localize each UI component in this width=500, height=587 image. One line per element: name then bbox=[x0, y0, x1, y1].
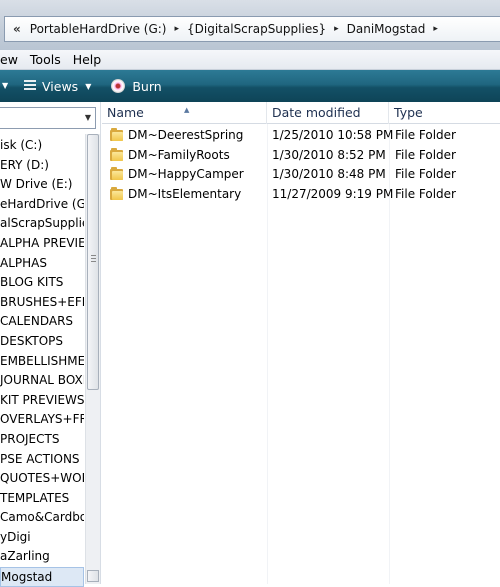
nav-tree-item[interactable]: KIT PREVIEWS bbox=[0, 391, 84, 411]
nav-tree-item[interactable]: aZarling bbox=[0, 547, 84, 567]
file-row[interactable]: DM~ItsElementary 11/27/2009 9:19 PM File F… bbox=[102, 185, 500, 205]
chevron-down-icon[interactable]: ▼ bbox=[2, 81, 8, 90]
breadcrumb-overflow-icon[interactable]: « bbox=[5, 22, 26, 36]
file-name: DM~HappyCamper bbox=[128, 167, 244, 182]
nav-tree-item[interactable]: eHardDrive (G:) bbox=[0, 195, 84, 215]
breadcrumb-item-danimogstad[interactable]: DaniMogstad bbox=[343, 22, 430, 36]
column-header: ▲ Name Date modified Type bbox=[102, 102, 500, 124]
file-name: DM~FamilyRoots bbox=[128, 147, 230, 162]
folder-icon bbox=[110, 186, 123, 200]
breadcrumb-item-digitalscrapsupplies[interactable]: {DigitalScrapSupplies} bbox=[183, 22, 330, 36]
nav-tree-item[interactable]: isk (C:) bbox=[0, 136, 84, 156]
burn-label: Burn bbox=[132, 78, 162, 94]
chevron-right-icon[interactable]: ▸ bbox=[330, 24, 343, 34]
folder-icon bbox=[110, 147, 123, 161]
column-type[interactable]: Type bbox=[389, 102, 500, 124]
folders-dropdown[interactable]: ▼ bbox=[0, 107, 96, 129]
scroll-down-button[interactable] bbox=[87, 570, 99, 582]
nav-tree-item[interactable]: BLOG KITS bbox=[0, 273, 84, 293]
nav-tree-item[interactable]: CALENDARS bbox=[0, 312, 84, 332]
grip-icon bbox=[91, 255, 96, 262]
menu-tools[interactable]: Tools bbox=[24, 52, 67, 67]
file-type: File Folder bbox=[395, 167, 456, 182]
nav-tree-item[interactable]: OVERLAYS+FRA bbox=[0, 410, 84, 430]
file-type: File Folder bbox=[395, 186, 456, 201]
file-row[interactable]: DM~DeerestSpring 1/25/2010 10:58 PM File F… bbox=[102, 126, 500, 146]
views-label: Views bbox=[42, 78, 79, 94]
nav-tree-item[interactable]: QUOTES+WOR bbox=[0, 469, 84, 489]
file-type: File Folder bbox=[395, 128, 456, 142]
chevron-down-icon[interactable]: ▼ bbox=[85, 113, 91, 122]
views-icon bbox=[24, 80, 36, 92]
file-name: DM~DeerestSpring bbox=[128, 128, 244, 142]
scrollbar-thumb[interactable] bbox=[87, 134, 99, 390]
nav-tree-item[interactable]: W Drive (E:) bbox=[0, 175, 84, 195]
file-date-modified: 1/30/2010 8:52 PM bbox=[272, 147, 386, 162]
column-name-label: Name bbox=[107, 105, 144, 120]
column-name[interactable]: ▲ Name bbox=[102, 102, 267, 124]
column-date-modified[interactable]: Date modified bbox=[267, 102, 389, 124]
nav-tree-item[interactable]: ALPHAS bbox=[0, 254, 84, 274]
chevron-right-icon[interactable]: ▸ bbox=[429, 24, 442, 34]
file-row[interactable]: DM~HappyCamper 1/30/2010 8:48 PM File Fold… bbox=[102, 165, 500, 185]
nav-tree-item[interactable]: EMBELLISHMEN bbox=[0, 352, 84, 372]
nav-tree-item[interactable]: PSE ACTIONS bbox=[0, 450, 84, 470]
nav-tree-item[interactable]: yDigi bbox=[0, 528, 84, 548]
file-list: ▲ Name Date modified Type DM~DeerestSpri… bbox=[102, 102, 500, 584]
file-type: File Folder bbox=[395, 147, 456, 162]
file-date-modified: 11/27/2009 9:19 PM bbox=[272, 186, 394, 201]
burn-button[interactable]: Burn bbox=[99, 70, 169, 102]
sort-ascending-icon: ▲ bbox=[184, 106, 190, 114]
column-type-label: Type bbox=[394, 105, 423, 120]
breadcrumb-item-drive[interactable]: PortableHardDrive (G:) bbox=[26, 22, 171, 36]
nav-tree-item[interactable]: ALPHA PREVIEW bbox=[0, 234, 84, 254]
menu-bar: ew Tools Help bbox=[0, 50, 500, 70]
navigation-pane: ▼ isk (C:) ERY (D:) W Drive (E:) eHardDrive… bbox=[0, 102, 101, 587]
file-date-modified: 1/25/2010 10:58 PM bbox=[272, 128, 394, 142]
file-name: DM~ItsElementary bbox=[128, 186, 242, 201]
menu-view[interactable]: ew bbox=[0, 52, 24, 67]
breadcrumb[interactable]: « PortableHardDrive (G:) ▸ {DigitalScrap… bbox=[4, 16, 500, 42]
nav-tree-item[interactable]: ERY (D:) bbox=[0, 156, 84, 176]
nav-tree-item[interactable]: PROJECTS bbox=[0, 430, 84, 450]
folder-tree: isk (C:) ERY (D:) W Drive (E:) eHardDrive (… bbox=[0, 136, 84, 587]
nav-scrollbar[interactable] bbox=[85, 134, 100, 584]
file-row[interactable]: DM~FamilyRoots 1/30/2010 8:52 PM File Fold… bbox=[102, 146, 500, 166]
folder-icon bbox=[110, 128, 123, 141]
menu-help[interactable]: Help bbox=[67, 52, 108, 67]
disc-icon bbox=[111, 79, 126, 93]
folder-icon bbox=[110, 167, 123, 181]
nav-tree-item[interactable]: BRUSHES+EFFE bbox=[0, 293, 84, 313]
chevron-down-icon: ▼ bbox=[85, 81, 92, 91]
nav-tree-item[interactable]: Camo&Cardbo bbox=[0, 508, 84, 528]
nav-tree-item[interactable]: DESKTOPS bbox=[0, 332, 84, 352]
chevron-right-icon[interactable]: ▸ bbox=[170, 24, 183, 34]
command-bar: ▼ Views ▼ Burn bbox=[0, 70, 500, 102]
nav-tree-item[interactable]: alScrapSupplies bbox=[0, 214, 84, 234]
nav-tree-item[interactable]: TEMPLATES bbox=[0, 489, 84, 509]
views-button[interactable]: Views ▼ bbox=[0, 70, 99, 102]
column-date-label: Date modified bbox=[272, 105, 361, 120]
file-date-modified: 1/30/2010 8:48 PM bbox=[272, 167, 386, 182]
address-bar-area: « PortableHardDrive (G:) ▸ {DigitalScrap… bbox=[0, 0, 500, 50]
nav-tree-item[interactable]: JOURNAL BOXE bbox=[0, 371, 84, 391]
